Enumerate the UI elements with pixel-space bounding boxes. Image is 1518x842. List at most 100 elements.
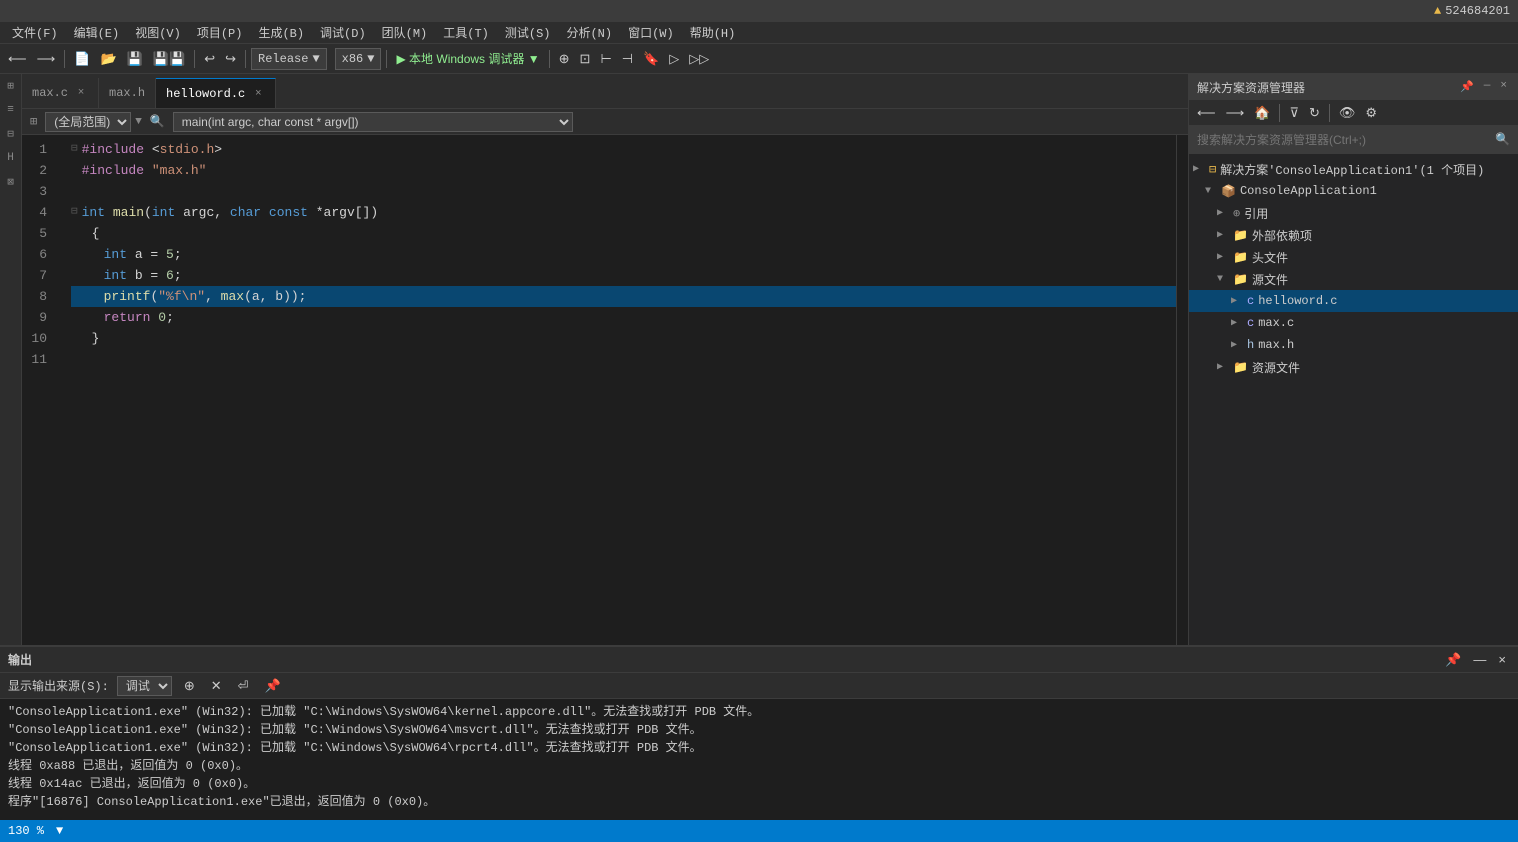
toolbar-open-btn[interactable]: 📂 [96,49,120,69]
sol-search-input[interactable] [1197,133,1495,147]
zoom-expand-icon[interactable]: ▼ [56,824,63,838]
sol-maxh-label: max.h [1258,338,1294,352]
menu-project[interactable]: 项目(P) [189,22,251,43]
sidebar-icon-5[interactable]: ⊠ [3,174,19,190]
code-line-6: ⊟ int a = 5; [71,244,1176,265]
sol-show-all-btn[interactable]: 👁 [1335,103,1360,123]
toolbar-bookmark[interactable]: 🔖 [639,49,663,69]
code-line-7: ⊟ int b = 6; [71,265,1176,286]
fold-1[interactable]: ⊟ [71,139,78,160]
sidebar-icon-2[interactable]: ≡ [3,102,19,118]
sol-tree-max-h[interactable]: ▶ h max.h [1189,334,1518,356]
sol-project-label: ConsoleApplication1 [1240,184,1377,198]
tab-max-h[interactable]: max.h [99,78,156,108]
nav-function-select[interactable]: main(int argc, char const * argv[]) [173,112,573,132]
tab-max-c[interactable]: max.c × [22,78,99,108]
code-kw-const: const [269,202,308,223]
output-pin2-btn[interactable]: 📌 [261,676,285,696]
tab-helloword-c[interactable]: helloword.c × [156,78,276,108]
fold-4[interactable]: ⊟ [71,202,78,223]
sol-props-btn[interactable]: ⚙ [1361,103,1381,123]
run-debugger-btn[interactable]: ▶ 本地 Windows 调试器 ▼ [392,48,543,69]
sol-search-icon[interactable]: 🔍 [1495,132,1510,147]
tab-helloword-c-close[interactable]: × [251,87,265,101]
menu-view[interactable]: 视图(V) [127,22,189,43]
output-copy-btn[interactable]: ⊕ [180,676,199,696]
sol-close-icon[interactable]: × [1497,79,1510,95]
sol-header-expand: ▶ [1217,251,1229,263]
output-source-select[interactable]: 调试 [117,676,172,696]
sol-tree-references[interactable]: ▶ ⊕ 引用 [1189,202,1518,224]
nav-scope-select[interactable]: (全局范围) [45,112,131,132]
code-num-6: 6 [166,268,174,283]
output-minimize-btn[interactable]: — [1469,650,1490,670]
toolbar-extra6[interactable]: ▷▷ [685,49,713,69]
sidebar-icon-3[interactable]: ⊟ [3,126,19,142]
run-icon: ▶ [396,52,405,66]
toolbar-save-all-btn[interactable]: 💾💾 [149,49,189,69]
nav-sep: ▼ [135,116,142,128]
output-toolbar: 显示输出来源(S): 调试 ⊕ ✕ ⏎ 📌 [0,673,1518,699]
menu-help[interactable]: 帮助(H) [682,22,744,43]
sol-refresh-btn[interactable]: ↻ [1305,103,1324,123]
sol-tree-project[interactable]: ▼ 📦 ConsoleApplication1 [1189,180,1518,202]
sol-tree-helloword[interactable]: ▶ c helloword.c [1189,290,1518,312]
code-line-8: ⊟ printf("%f\n", max(a, b)); [71,286,1176,307]
toolbar-sep4 [386,50,387,68]
sol-home-btn[interactable]: 🏠 [1250,103,1274,123]
sol-collapse-icon[interactable]: — [1481,79,1494,95]
sidebar-icon-4[interactable]: H [3,150,19,166]
sol-helloword-label: helloword.c [1258,294,1337,308]
sol-filter-btn[interactable]: ⊽ [1285,103,1303,123]
menu-test[interactable]: 测试(S) [497,22,559,43]
warning-icon: ▲ [1434,4,1441,18]
toolbar-new-btn[interactable]: 📄 [70,49,94,69]
output-pin-btn[interactable]: 📌 [1441,650,1465,670]
code-editor[interactable]: ⊟ #include <stdio.h> ⊟ #include "max.h" … [67,135,1176,645]
code-kw-return: return [104,310,151,325]
sol-tree-resources[interactable]: ▶ 📁 资源文件 [1189,356,1518,378]
toolbar-extra4[interactable]: ⊣ [618,49,637,69]
sol-tree-max-c[interactable]: ▶ c max.c [1189,312,1518,334]
menu-analyze[interactable]: 分析(N) [558,22,620,43]
sol-solution-label: 解决方案'ConsoleApplication1'(1 个项目) [1220,161,1484,178]
menu-tools[interactable]: 工具(T) [435,22,497,43]
menu-team[interactable]: 团队(M) [374,22,436,43]
sol-tree-sources[interactable]: ▼ 📁 源文件 [1189,268,1518,290]
sol-back-btn[interactable]: ⟵ [1193,103,1220,123]
run-chevron: ▼ [528,52,540,66]
toolbar-sep3 [245,50,246,68]
toolbar-extra3[interactable]: ⊢ [596,49,615,69]
output-line-1: "ConsoleApplication1.exe" (Win32): 已加载 "… [8,703,1510,721]
menu-debug[interactable]: 调试(D) [312,22,374,43]
menu-file[interactable]: 文件(F) [4,22,66,43]
title-bar: ▲ 524684201 [0,0,1518,22]
toolbar-fwd-btn[interactable]: ⟶ [33,49,60,69]
toolbar-extra1[interactable]: ⊕ [555,49,574,69]
toolbar-redo-btn[interactable]: ↪ [221,49,240,69]
sol-extdep-label: 外部依赖项 [1252,227,1312,244]
sol-tree-headers[interactable]: ▶ 📁 头文件 [1189,246,1518,268]
output-clear-btn[interactable]: ✕ [207,676,226,696]
menu-window[interactable]: 窗口(W) [620,22,682,43]
sol-fwd-btn[interactable]: ⟶ [1222,103,1249,123]
editor-scrollbar[interactable] [1176,135,1188,645]
toolbar-save-btn[interactable]: 💾 [123,49,147,69]
output-close-btn[interactable]: × [1494,650,1510,670]
menu-edit[interactable]: 编辑(E) [66,22,128,43]
sol-project-expand: ▼ [1205,186,1217,197]
sidebar-icon-1[interactable]: ⊞ [3,78,19,94]
tab-max-c-close[interactable]: × [74,86,88,100]
sol-tree-extdeps[interactable]: ▶ 📁 外部依赖项 [1189,224,1518,246]
config-dropdown[interactable]: Release ▼ [251,48,327,70]
toolbar-undo-btn[interactable]: ↩ [200,49,219,69]
toolbar-extra5[interactable]: ▷ [665,49,683,69]
output-wrap-btn[interactable]: ⏎ [234,676,253,696]
toolbar-back-btn[interactable]: ⟵ [4,49,31,69]
platform-dropdown[interactable]: x86 ▼ [335,48,382,70]
sol-tree-solution[interactable]: ▶ ⊟ 解决方案'ConsoleApplication1'(1 个项目) [1189,158,1518,180]
menu-build[interactable]: 生成(B) [250,22,312,43]
toolbar-sep2 [194,50,195,68]
toolbar-extra2[interactable]: ⊡ [576,49,595,69]
sol-pin-icon[interactable]: 📌 [1457,79,1477,95]
